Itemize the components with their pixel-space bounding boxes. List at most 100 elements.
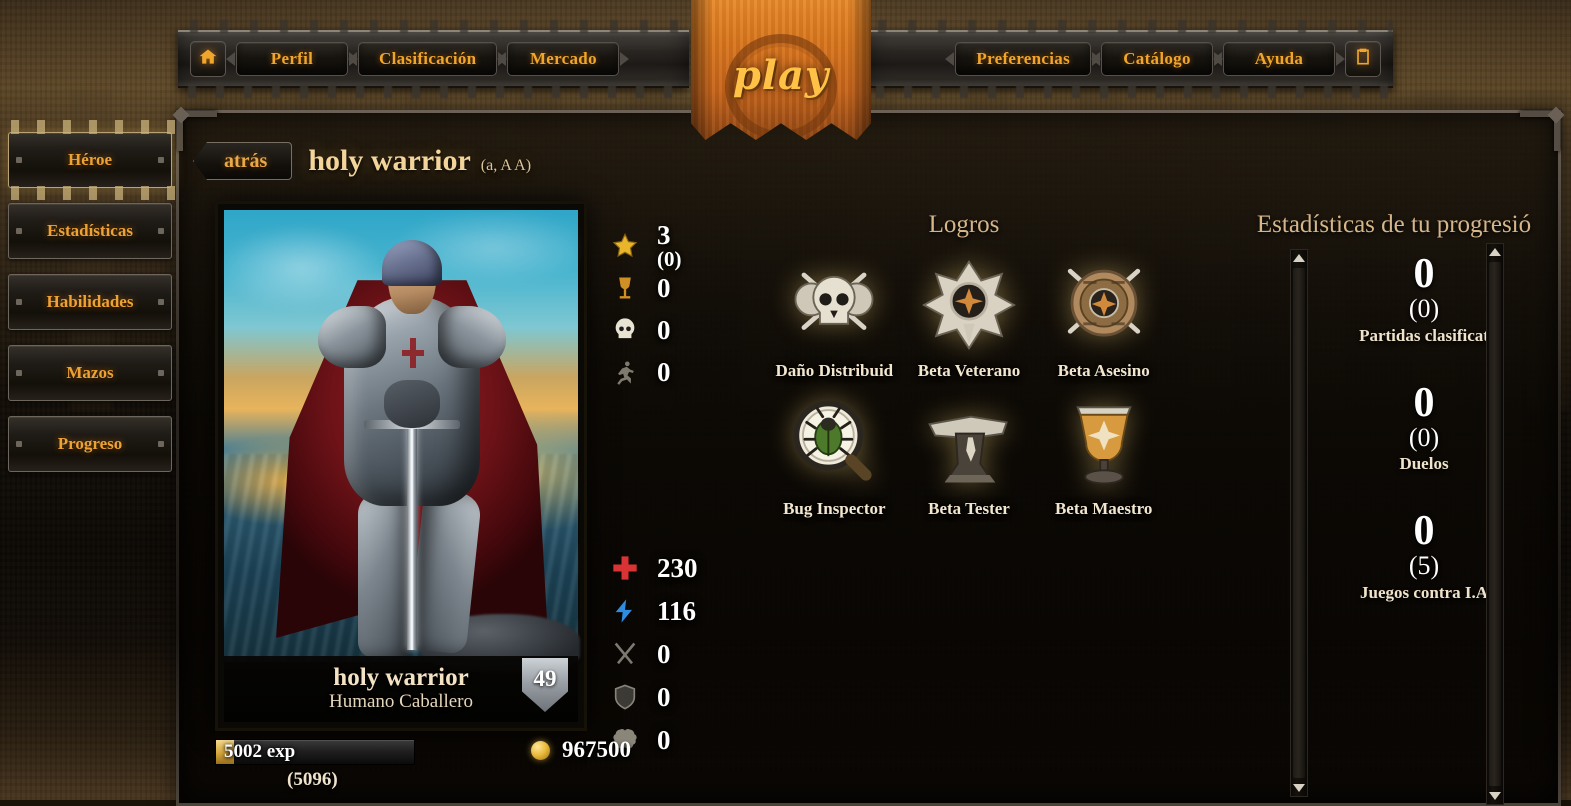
scrollbar-thumb[interactable] xyxy=(1293,268,1305,778)
knight-chest-cross-icon xyxy=(402,338,424,368)
achievements-grid: Daño Distribuid Beta Veterano Beta Asesi… xyxy=(769,253,1169,519)
nav-item-perfil[interactable]: Perfil xyxy=(226,42,358,76)
gold-display: 967500 xyxy=(531,737,631,763)
scroll-up-arrow-icon[interactable] xyxy=(1489,248,1501,256)
scroll-down-arrow-icon[interactable] xyxy=(1489,792,1501,800)
experience-paren: (5096) xyxy=(287,769,338,790)
achievement-beta-asesino[interactable]: Beta Asesino xyxy=(1038,253,1169,381)
rivet-icon xyxy=(158,228,164,234)
achievement-dano-distribuid[interactable]: Daño Distribuid xyxy=(769,253,900,381)
hero-tag: (a, A A) xyxy=(480,157,532,174)
nav-item-ayuda-label: Ayuda xyxy=(1254,49,1304,68)
achievement-label: Bug Inspector xyxy=(783,499,886,518)
progression-item-duels: 0 (0) Duelos xyxy=(1399,382,1448,475)
top-navigation: Perfil Clasificación Mercado Preferencia… xyxy=(0,0,1571,140)
energy-bolt-icon xyxy=(609,596,641,626)
health-cross-icon xyxy=(609,553,641,583)
stat-row-health: 230 xyxy=(609,551,698,585)
nav-item-perfil-label: Perfil xyxy=(270,49,314,68)
achievement-label: Daño Distribuid xyxy=(775,361,894,380)
back-button[interactable]: atrás xyxy=(193,142,293,180)
achievement-label: Beta Asesino xyxy=(1057,361,1150,380)
shield-icon xyxy=(609,682,641,712)
scrollbar-progression[interactable] xyxy=(1486,243,1504,805)
achievements-title: Logros xyxy=(928,211,1000,238)
scrollbar-thumb[interactable] xyxy=(1489,262,1501,786)
gold-value: 967500 xyxy=(562,737,631,762)
nav-item-catalogo-label: Catálogo xyxy=(1123,49,1191,68)
progression-paren: (5) xyxy=(1408,551,1440,581)
achievement-beta-maestro[interactable]: Beta Maestro xyxy=(1038,391,1169,519)
star-icon xyxy=(609,231,641,261)
bottom-cutoff-text xyxy=(359,787,1358,805)
stat-star-paren: (0) xyxy=(657,246,682,271)
sidebar-item-heroe[interactable]: Héroe xyxy=(8,132,172,188)
knight-sword-blade xyxy=(407,422,417,650)
stat-defense-value: 0 xyxy=(657,681,671,712)
stat-row-skull: 0 xyxy=(609,313,682,347)
nav-item-mercado-label: Mercado xyxy=(529,49,597,68)
progression-item-ai-games: 0 (5) Juegos contra I.A xyxy=(1360,510,1488,603)
stat-star-number: 3 xyxy=(657,220,671,251)
stats-bottom-group: 230 116 0 0 0 xyxy=(609,551,698,757)
notch-left-icon xyxy=(497,52,507,66)
rivet-icon xyxy=(158,299,164,305)
book-button[interactable] xyxy=(1345,41,1381,77)
character-name: holy warrior xyxy=(333,663,469,691)
achievement-bug-inspector[interactable]: Bug Inspector xyxy=(769,391,900,519)
home-button[interactable] xyxy=(190,41,226,77)
stat-health-value: 230 xyxy=(657,552,698,583)
stat-row-attack: 0 xyxy=(609,637,698,671)
skull-icon xyxy=(609,315,641,345)
sidebar-item-progreso-label: Progreso xyxy=(57,434,123,453)
goblet-icon xyxy=(609,273,641,303)
scroll-down-arrow-icon[interactable] xyxy=(1293,784,1305,792)
knight-leg-left xyxy=(358,492,412,658)
page-title: holy warrior (a, A A) xyxy=(308,144,531,178)
stat-intellect-value: 0 xyxy=(657,724,671,755)
notch-left-icon xyxy=(226,52,235,66)
rivet-icon xyxy=(158,441,164,447)
nav-item-preferencias-label: Preferencias xyxy=(976,49,1070,68)
notch-left-icon xyxy=(348,52,357,66)
stat-row-runner: 0 xyxy=(609,355,682,389)
character-card[interactable]: holy warrior Humano Caballero 49 xyxy=(215,201,587,731)
nav-item-clasificacion-label: Clasificación xyxy=(379,49,477,68)
achievement-beta-veterano[interactable]: Beta Veterano xyxy=(904,253,1035,381)
experience-bar-wrapper: 5002 exp xyxy=(215,739,415,765)
achievement-beta-tester[interactable]: Beta Tester xyxy=(904,391,1035,519)
sidebar-item-habilidades[interactable]: Habilidades xyxy=(8,274,172,330)
knight-gauntlets xyxy=(384,380,440,428)
sidebar-item-progreso[interactable]: Progreso xyxy=(8,416,172,472)
progression-paren: (0) xyxy=(1408,422,1440,452)
stat-row-star: 3 (0) xyxy=(609,222,682,269)
scrollbar-achievements[interactable] xyxy=(1290,249,1308,797)
sidebar-item-mazos-label: Mazos xyxy=(66,363,114,382)
character-portrait xyxy=(224,210,580,672)
sidebar-item-mazos[interactable]: Mazos xyxy=(8,345,172,401)
stat-star-value: 3 (0) xyxy=(657,222,682,269)
notch-left-icon xyxy=(1091,52,1100,66)
sidebar-item-estadisticas[interactable]: Estadísticas xyxy=(8,203,172,259)
nav-item-mercado[interactable]: Mercado xyxy=(497,42,630,76)
nav-item-catalogo[interactable]: Catálogo xyxy=(1091,42,1223,76)
level-value: 49 xyxy=(533,666,557,691)
scroll-up-arrow-icon[interactable] xyxy=(1293,254,1305,262)
experience-text: 5002 exp xyxy=(224,741,296,762)
knight-pauldron-left xyxy=(318,306,386,368)
gold-coin-icon xyxy=(531,740,550,760)
star-medal-badge-icon xyxy=(917,253,1021,357)
main-content-panel: atrás holy warrior (a, A A) holy warrior… xyxy=(172,106,1565,806)
nav-item-clasificacion[interactable]: Clasificación xyxy=(348,42,508,76)
nav-item-preferencias[interactable]: Preferencias xyxy=(945,42,1101,76)
stat-row-defense: 0 xyxy=(609,680,698,714)
book-icon xyxy=(1353,47,1373,72)
progression-paren: (0) xyxy=(1408,294,1440,323)
panel-header: atrás holy warrior (a, A A) xyxy=(179,135,1558,187)
achievement-label: Beta Veterano xyxy=(917,361,1021,380)
nav-item-ayuda[interactable]: Ayuda xyxy=(1213,42,1345,76)
play-banner-button[interactable]: play xyxy=(691,0,871,140)
notch-left-icon xyxy=(1213,52,1222,66)
stat-row-goblet: 0 xyxy=(609,271,682,305)
rivet-icon xyxy=(16,157,22,163)
